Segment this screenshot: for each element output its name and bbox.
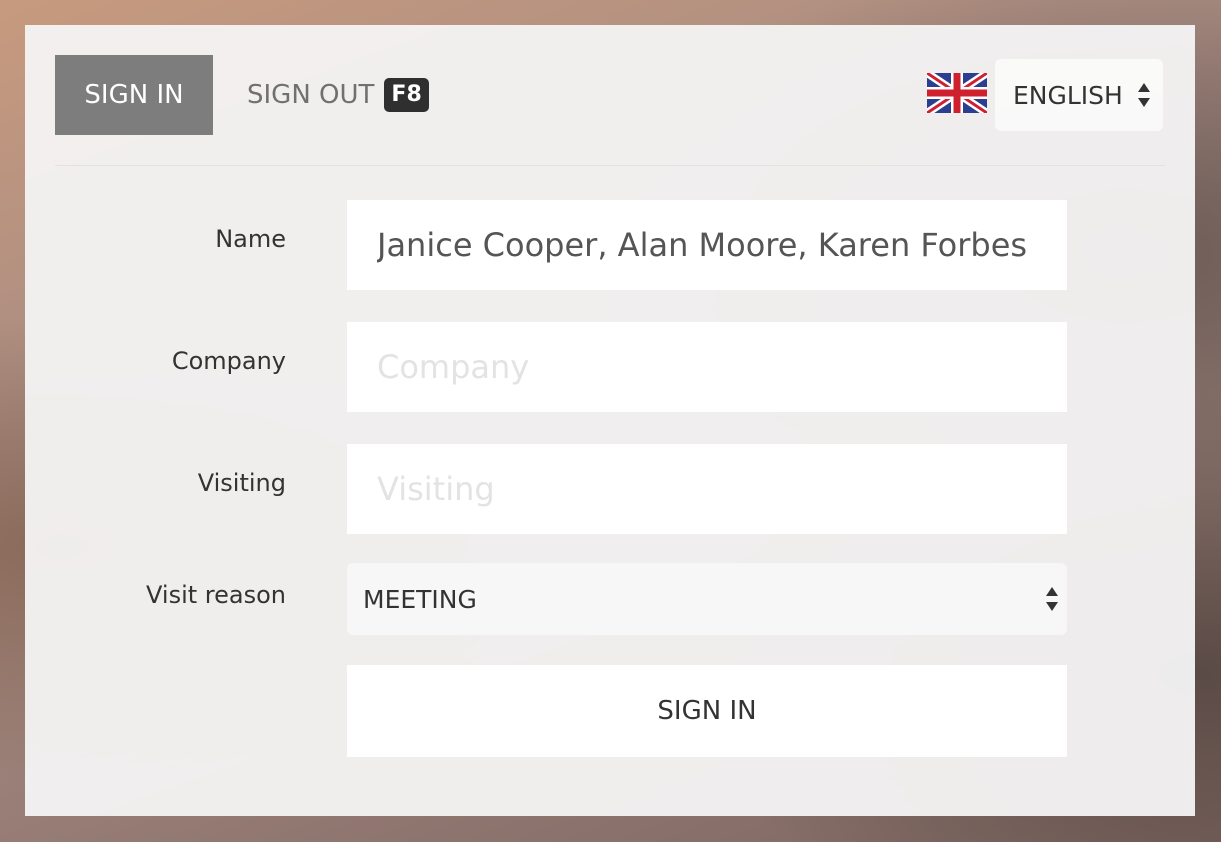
visit-reason-label: Visit reason (146, 581, 286, 609)
name-label: Name (215, 225, 286, 253)
language-select-value: ENGLISH (1013, 80, 1123, 110)
company-label: Company (171, 347, 286, 375)
uk-flag-icon (927, 73, 987, 113)
sign-in-submit-button[interactable]: SIGN IN (347, 665, 1067, 757)
tab-sign-in[interactable]: SIGN IN (55, 55, 213, 135)
visiting-label: Visiting (197, 469, 286, 497)
top-bar: SIGN IN SIGN OUT F8 ENGLISH (55, 55, 1165, 165)
tab-sign-in-label: SIGN IN (84, 80, 184, 110)
sign-in-panel: SIGN IN SIGN OUT F8 ENGLISH Name Co (25, 25, 1195, 816)
tab-sign-out[interactable]: SIGN OUT F8 (247, 55, 429, 135)
language-select[interactable]: ENGLISH (995, 59, 1163, 131)
visit-reason-value: MEETING (363, 584, 477, 614)
visit-reason-select[interactable]: MEETING (347, 563, 1067, 635)
company-input[interactable] (347, 322, 1067, 412)
sort-arrows-icon (1138, 83, 1150, 107)
sort-arrows-icon (1046, 587, 1058, 611)
sign-in-submit-label: SIGN IN (657, 696, 757, 726)
header-divider (55, 165, 1165, 166)
keyboard-shortcut-badge: F8 (384, 78, 429, 112)
name-input[interactable] (347, 200, 1067, 290)
visiting-input[interactable] (347, 444, 1067, 534)
tab-sign-out-label: SIGN OUT (247, 80, 375, 110)
